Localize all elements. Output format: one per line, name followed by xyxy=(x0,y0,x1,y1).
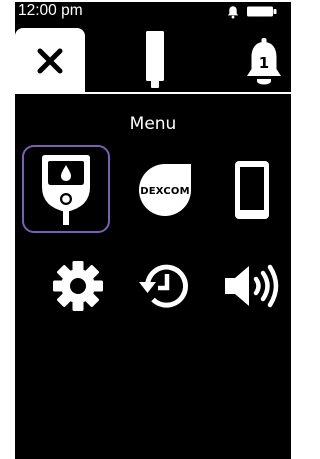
menu-item-history[interactable] xyxy=(122,250,208,322)
tab-sensor[interactable] xyxy=(130,28,180,94)
alert-count-badge: 1 xyxy=(259,54,269,72)
tab-divider xyxy=(85,92,291,94)
speaker-icon xyxy=(225,264,279,308)
menu-item-settings[interactable] xyxy=(35,250,121,322)
menu-title: Menu xyxy=(129,114,177,134)
status-time: 12:00 pm xyxy=(18,2,83,19)
phone-icon xyxy=(235,161,269,219)
bell-icon xyxy=(227,6,239,19)
sensor-icon xyxy=(146,31,164,88)
blood-glucose-meter-icon xyxy=(42,155,90,225)
battery-icon xyxy=(247,6,277,17)
history-icon xyxy=(139,264,188,308)
menu-item-sound[interactable] xyxy=(209,250,295,322)
menu-item-dexcom[interactable]: DEXCOM xyxy=(122,154,208,226)
top-tab-bar: 1 xyxy=(15,28,291,94)
tab-alerts[interactable]: 1 xyxy=(237,28,291,94)
tab-close[interactable] xyxy=(15,28,85,94)
dexcom-logo-text: DEXCOM xyxy=(140,186,189,197)
dexcom-icon: DEXCOM xyxy=(139,164,191,216)
device-screen: 12:00 pm 1 Menu DEXCOM xyxy=(15,2,291,459)
menu-item-phone[interactable] xyxy=(209,154,295,226)
status-bar: 12:00 pm xyxy=(15,2,291,28)
close-icon xyxy=(37,48,63,74)
gear-icon xyxy=(53,261,103,311)
bell-icon: 1 xyxy=(247,38,281,85)
menu-item-meter[interactable] xyxy=(22,145,110,233)
